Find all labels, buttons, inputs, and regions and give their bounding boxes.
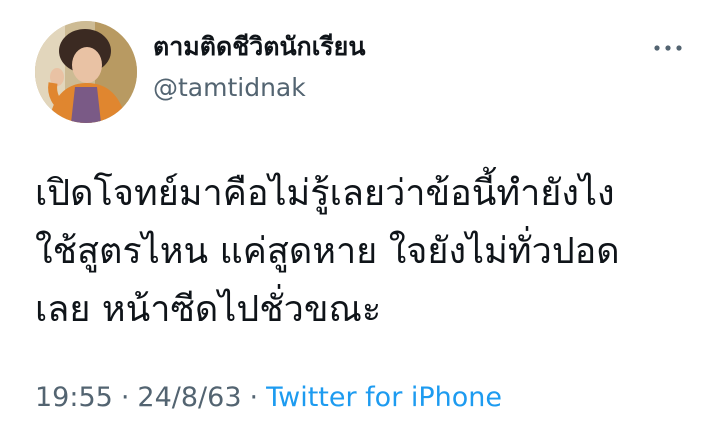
tweet-time[interactable]: 19:55 xyxy=(35,382,113,413)
tweet-date[interactable]: 24/8/63 xyxy=(137,382,241,413)
avatar[interactable] xyxy=(35,21,137,123)
author-handle[interactable]: @tamtidnak xyxy=(153,72,306,104)
more-horizontal-icon xyxy=(654,45,682,51)
tweet-text: เปิดโจทย์มาคือไม่รู้เลยว่าข้อนี้ทำยังไง … xyxy=(35,173,620,330)
tweet-source-link[interactable]: Twitter for iPhone xyxy=(266,382,502,413)
more-options-button[interactable] xyxy=(650,38,686,58)
tweet-card: ตามติดชีวิตนักเรียน @tamtidnak เปิดโจทย์… xyxy=(0,0,720,439)
avatar-photo xyxy=(35,21,137,123)
author-display-name[interactable]: ตามติดชีวิตนักเรียน xyxy=(153,30,365,64)
meta-separator: · xyxy=(120,382,130,413)
meta-separator: · xyxy=(249,382,259,413)
tweet-meta: 19:55 · 24/8/63 · Twitter for iPhone xyxy=(35,380,502,416)
